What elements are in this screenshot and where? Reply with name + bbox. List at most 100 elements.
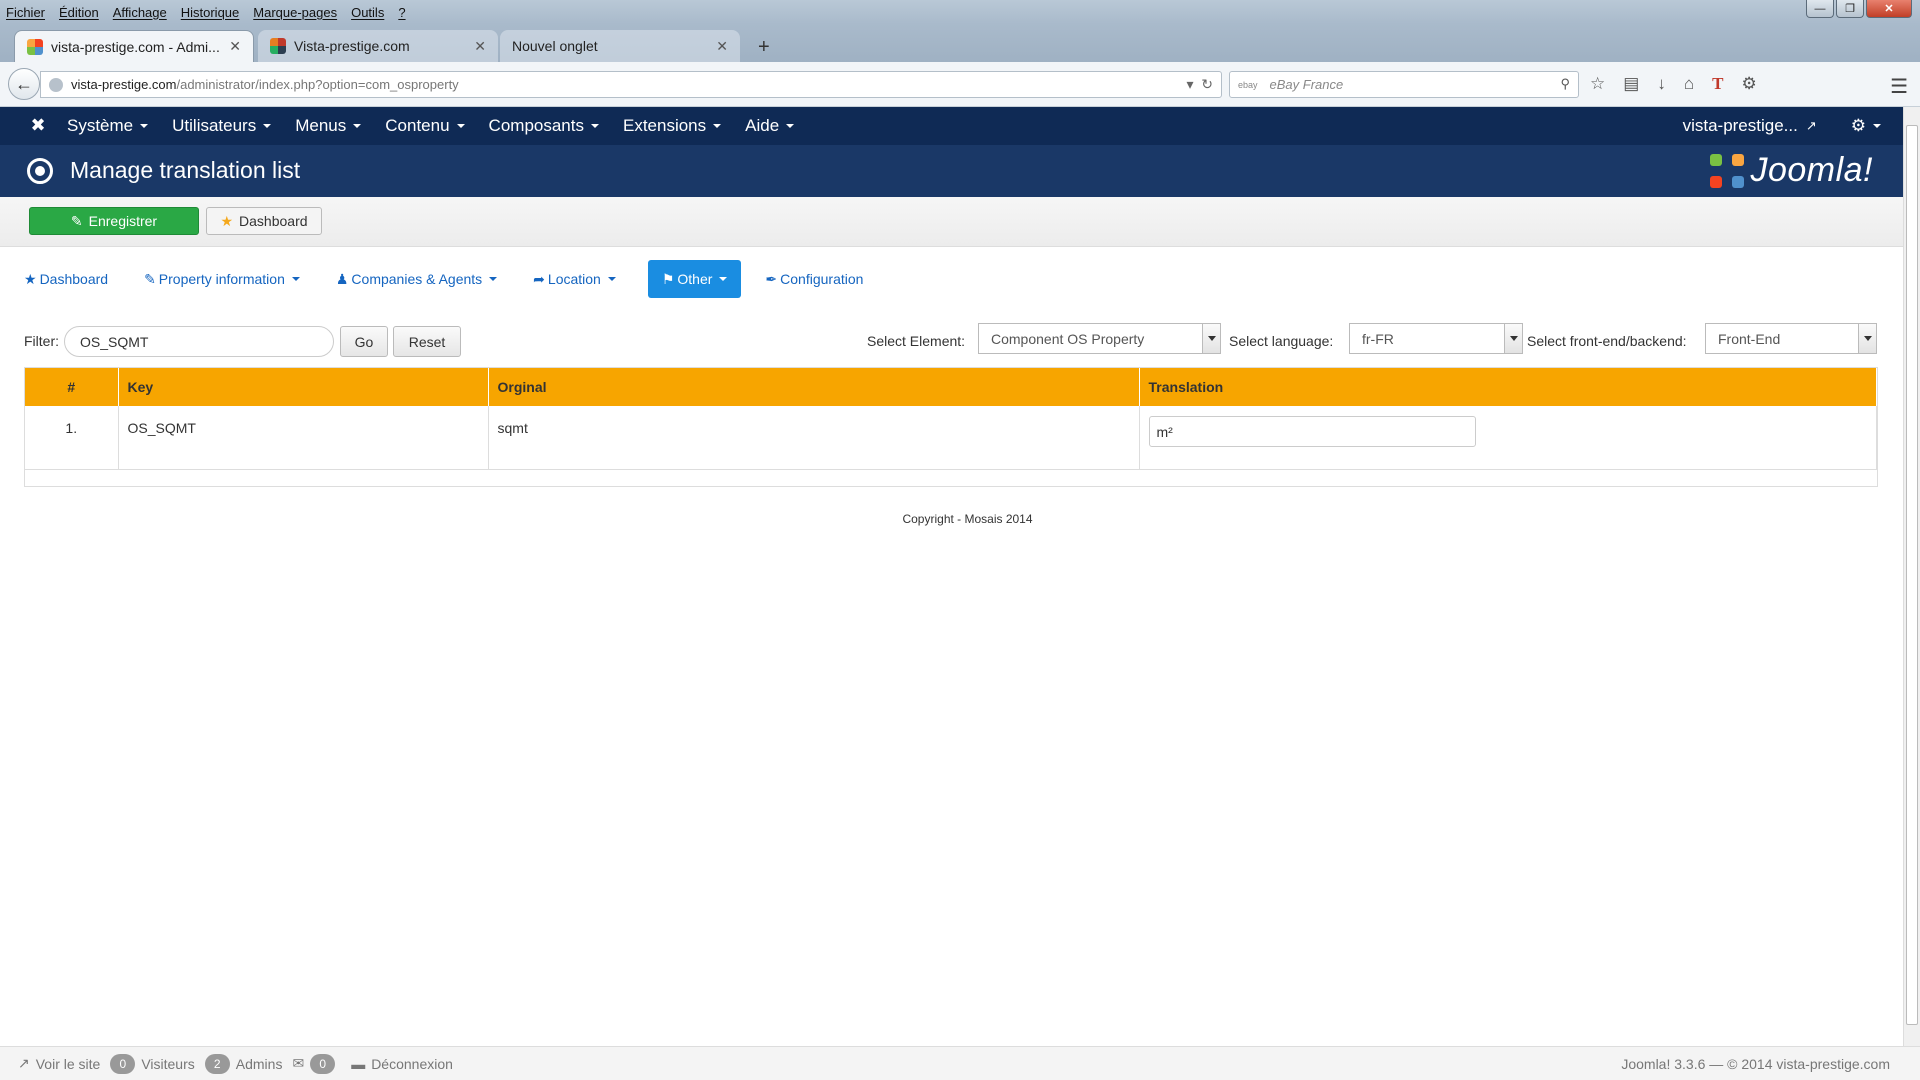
- filter-input[interactable]: OS_SQMT: [64, 326, 334, 357]
- caret-down-icon: [786, 124, 795, 128]
- browser-menubar: Fichier Édition Affichage Historique Mar…: [0, 0, 1920, 24]
- menu-outils[interactable]: Outils: [351, 5, 384, 20]
- caret-down-icon: [713, 124, 722, 128]
- nav-label: Menus: [295, 116, 347, 135]
- go-button[interactable]: Go: [340, 326, 388, 357]
- cell-key: OS_SQMT: [118, 406, 489, 470]
- admins-count: 2 Admins: [204, 1053, 282, 1074]
- subnav-label: Property information: [158, 271, 285, 287]
- addon-extension-icon[interactable]: ⚙: [1741, 74, 1756, 94]
- bookmark-star-icon[interactable]: ☆: [1590, 74, 1605, 94]
- external-link-icon[interactable]: ↗: [1806, 118, 1817, 134]
- joomla-logo-icon[interactable]: ✖: [27, 115, 49, 137]
- tab-close-icon[interactable]: ✕: [716, 38, 728, 55]
- select-side-label: Select front-end/backend:: [1527, 333, 1687, 349]
- component-subnav: ★ Dashboard ✎ Property information ♟ Compan…: [20, 260, 895, 298]
- subnav-location[interactable]: ➦ Location: [529, 260, 620, 298]
- subnav-companies-agents[interactable]: ♟ Companies & Agents: [332, 260, 501, 298]
- copyright-text: Copyright - Mosais 2014: [902, 512, 1033, 526]
- nav-menu-utilisateurs[interactable]: Utilisateurs: [172, 116, 272, 136]
- dropdown-arrow-icon: [1858, 324, 1876, 353]
- logout-label: Déconnexion: [371, 1055, 453, 1072]
- nav-menu-aide[interactable]: Aide: [745, 116, 795, 136]
- home-icon[interactable]: ⌂: [1684, 74, 1694, 94]
- subnav-other[interactable]: ⚑ Other: [647, 260, 742, 298]
- nav-label: Système: [67, 116, 134, 135]
- joomla-favicon-icon: [27, 38, 43, 55]
- scrollbar-thumb[interactable]: [1906, 125, 1918, 1025]
- subnav-label: Companies & Agents: [351, 271, 483, 287]
- subnav-configuration[interactable]: ✒ Configuration: [761, 260, 867, 298]
- dashboard-button[interactable]: ★ Dashboard: [206, 207, 322, 235]
- menu-edition[interactable]: Édition: [59, 5, 99, 20]
- browser-tab-site[interactable]: Vista-prestige.com ✕: [258, 30, 498, 62]
- nav-menu-systeme[interactable]: Système: [67, 116, 149, 136]
- nav-menu-menus[interactable]: Menus: [295, 116, 362, 136]
- subnav-property-information[interactable]: ✎ Property information: [140, 260, 304, 298]
- tab-close-icon[interactable]: ✕: [474, 38, 486, 55]
- save-button[interactable]: ✎ Enregistrer: [29, 207, 199, 235]
- bookmark-icon: ⚑: [661, 270, 675, 287]
- select-language-value: fr-FR: [1362, 330, 1394, 347]
- go-label: Go: [354, 333, 374, 350]
- subnav-dashboard[interactable]: ★ Dashboard: [20, 260, 112, 298]
- cell-translation: m²: [1139, 406, 1877, 470]
- search-engine-label[interactable]: ebay: [1238, 80, 1258, 90]
- back-arrow-icon[interactable]: ←: [8, 68, 40, 100]
- nav-menu-contenu[interactable]: Contenu: [385, 116, 465, 136]
- reading-list-icon[interactable]: ▤: [1623, 74, 1639, 94]
- restore-icon[interactable]: ❐: [1836, 0, 1864, 18]
- tab-close-icon[interactable]: ✕: [229, 38, 241, 55]
- nav-menu-composants[interactable]: Composants: [489, 116, 599, 136]
- menu-historique[interactable]: Historique: [181, 5, 240, 20]
- reload-icon[interactable]: ▾ ↻: [1186, 76, 1213, 93]
- star-icon: ★: [24, 270, 37, 287]
- browser-tab-admin[interactable]: vista-prestige.com - Admi... ✕: [14, 30, 254, 62]
- view-site-link[interactable]: ↗ Voir le site: [18, 1055, 100, 1072]
- joomla-admin-navbar: ✖ Système Utilisateurs Menus Contenu Com…: [0, 107, 1903, 145]
- admin-statusbar: ↗ Voir le site 0 Visiteurs 2 Admins ✉ 0 ▬ Déc…: [0, 1046, 1920, 1080]
- reset-button[interactable]: Reset: [393, 326, 461, 357]
- translation-table: # Key Orginal Translation 1. OS_SQMT sqm…: [24, 367, 1878, 487]
- page-scrollbar[interactable]: [1903, 107, 1920, 1046]
- addon-t-icon[interactable]: T: [1712, 74, 1723, 94]
- new-tab-plus-icon[interactable]: +: [758, 36, 770, 59]
- messages-link[interactable]: ✉ 0: [292, 1053, 341, 1074]
- wrench-icon: ✒: [765, 270, 778, 287]
- menu-affichage[interactable]: Affichage: [113, 5, 167, 20]
- caret-down-icon: [263, 124, 272, 128]
- select-language-dropdown[interactable]: fr-FR: [1349, 323, 1523, 354]
- translation-input[interactable]: m²: [1148, 416, 1476, 447]
- hamburger-menu-icon[interactable]: ☰: [1890, 74, 1908, 99]
- minimize-icon[interactable]: —: [1806, 0, 1834, 18]
- search-bar[interactable]: ebay eBay France ⚲: [1229, 71, 1579, 98]
- address-bar[interactable]: vista-prestige.com/administrator/index.p…: [40, 71, 1222, 98]
- browser-tab-new[interactable]: Nouvel onglet ✕: [500, 30, 740, 62]
- select-side-dropdown[interactable]: Front-End: [1705, 323, 1877, 354]
- settings-gear-icon[interactable]: ⚙: [1851, 116, 1866, 136]
- select-element-dropdown[interactable]: Component OS Property: [978, 323, 1221, 354]
- search-icon[interactable]: ⚲: [1560, 76, 1570, 92]
- url-host: vista-prestige.com: [71, 77, 177, 92]
- download-icon[interactable]: ↓: [1657, 74, 1666, 94]
- subnav-label: Location: [547, 271, 601, 287]
- caret-down-icon: [140, 124, 149, 128]
- tab-title: vista-prestige.com - Admi...: [51, 38, 220, 55]
- close-window-icon[interactable]: ✕: [1866, 0, 1912, 18]
- site-link[interactable]: vista-prestige...: [1683, 116, 1798, 136]
- translation-value: m²: [1156, 423, 1173, 440]
- window-controls: — ❐ ✕: [1804, 0, 1912, 18]
- logout-link[interactable]: ▬ Déconnexion: [351, 1056, 453, 1072]
- tab-title: Nouvel onglet: [512, 38, 598, 54]
- menu-marque-pages[interactable]: Marque-pages: [253, 5, 337, 20]
- envelope-icon: ✉: [292, 1055, 305, 1071]
- version-info: Joomla! 3.3.6 — © 2014 vista-prestige.co…: [1621, 1056, 1890, 1072]
- edit-icon: ✎: [70, 212, 83, 229]
- menu-fichier[interactable]: Fichier: [6, 5, 45, 20]
- menu-aide[interactable]: ?: [398, 5, 405, 20]
- caret-down-icon: [291, 277, 300, 281]
- nav-menu-extensions[interactable]: Extensions: [623, 116, 722, 136]
- col-header-num: #: [25, 368, 119, 406]
- page-header: Manage translation list Joomla!: [0, 145, 1903, 197]
- nav-right: vista-prestige... ↗ ⚙: [1683, 116, 1881, 136]
